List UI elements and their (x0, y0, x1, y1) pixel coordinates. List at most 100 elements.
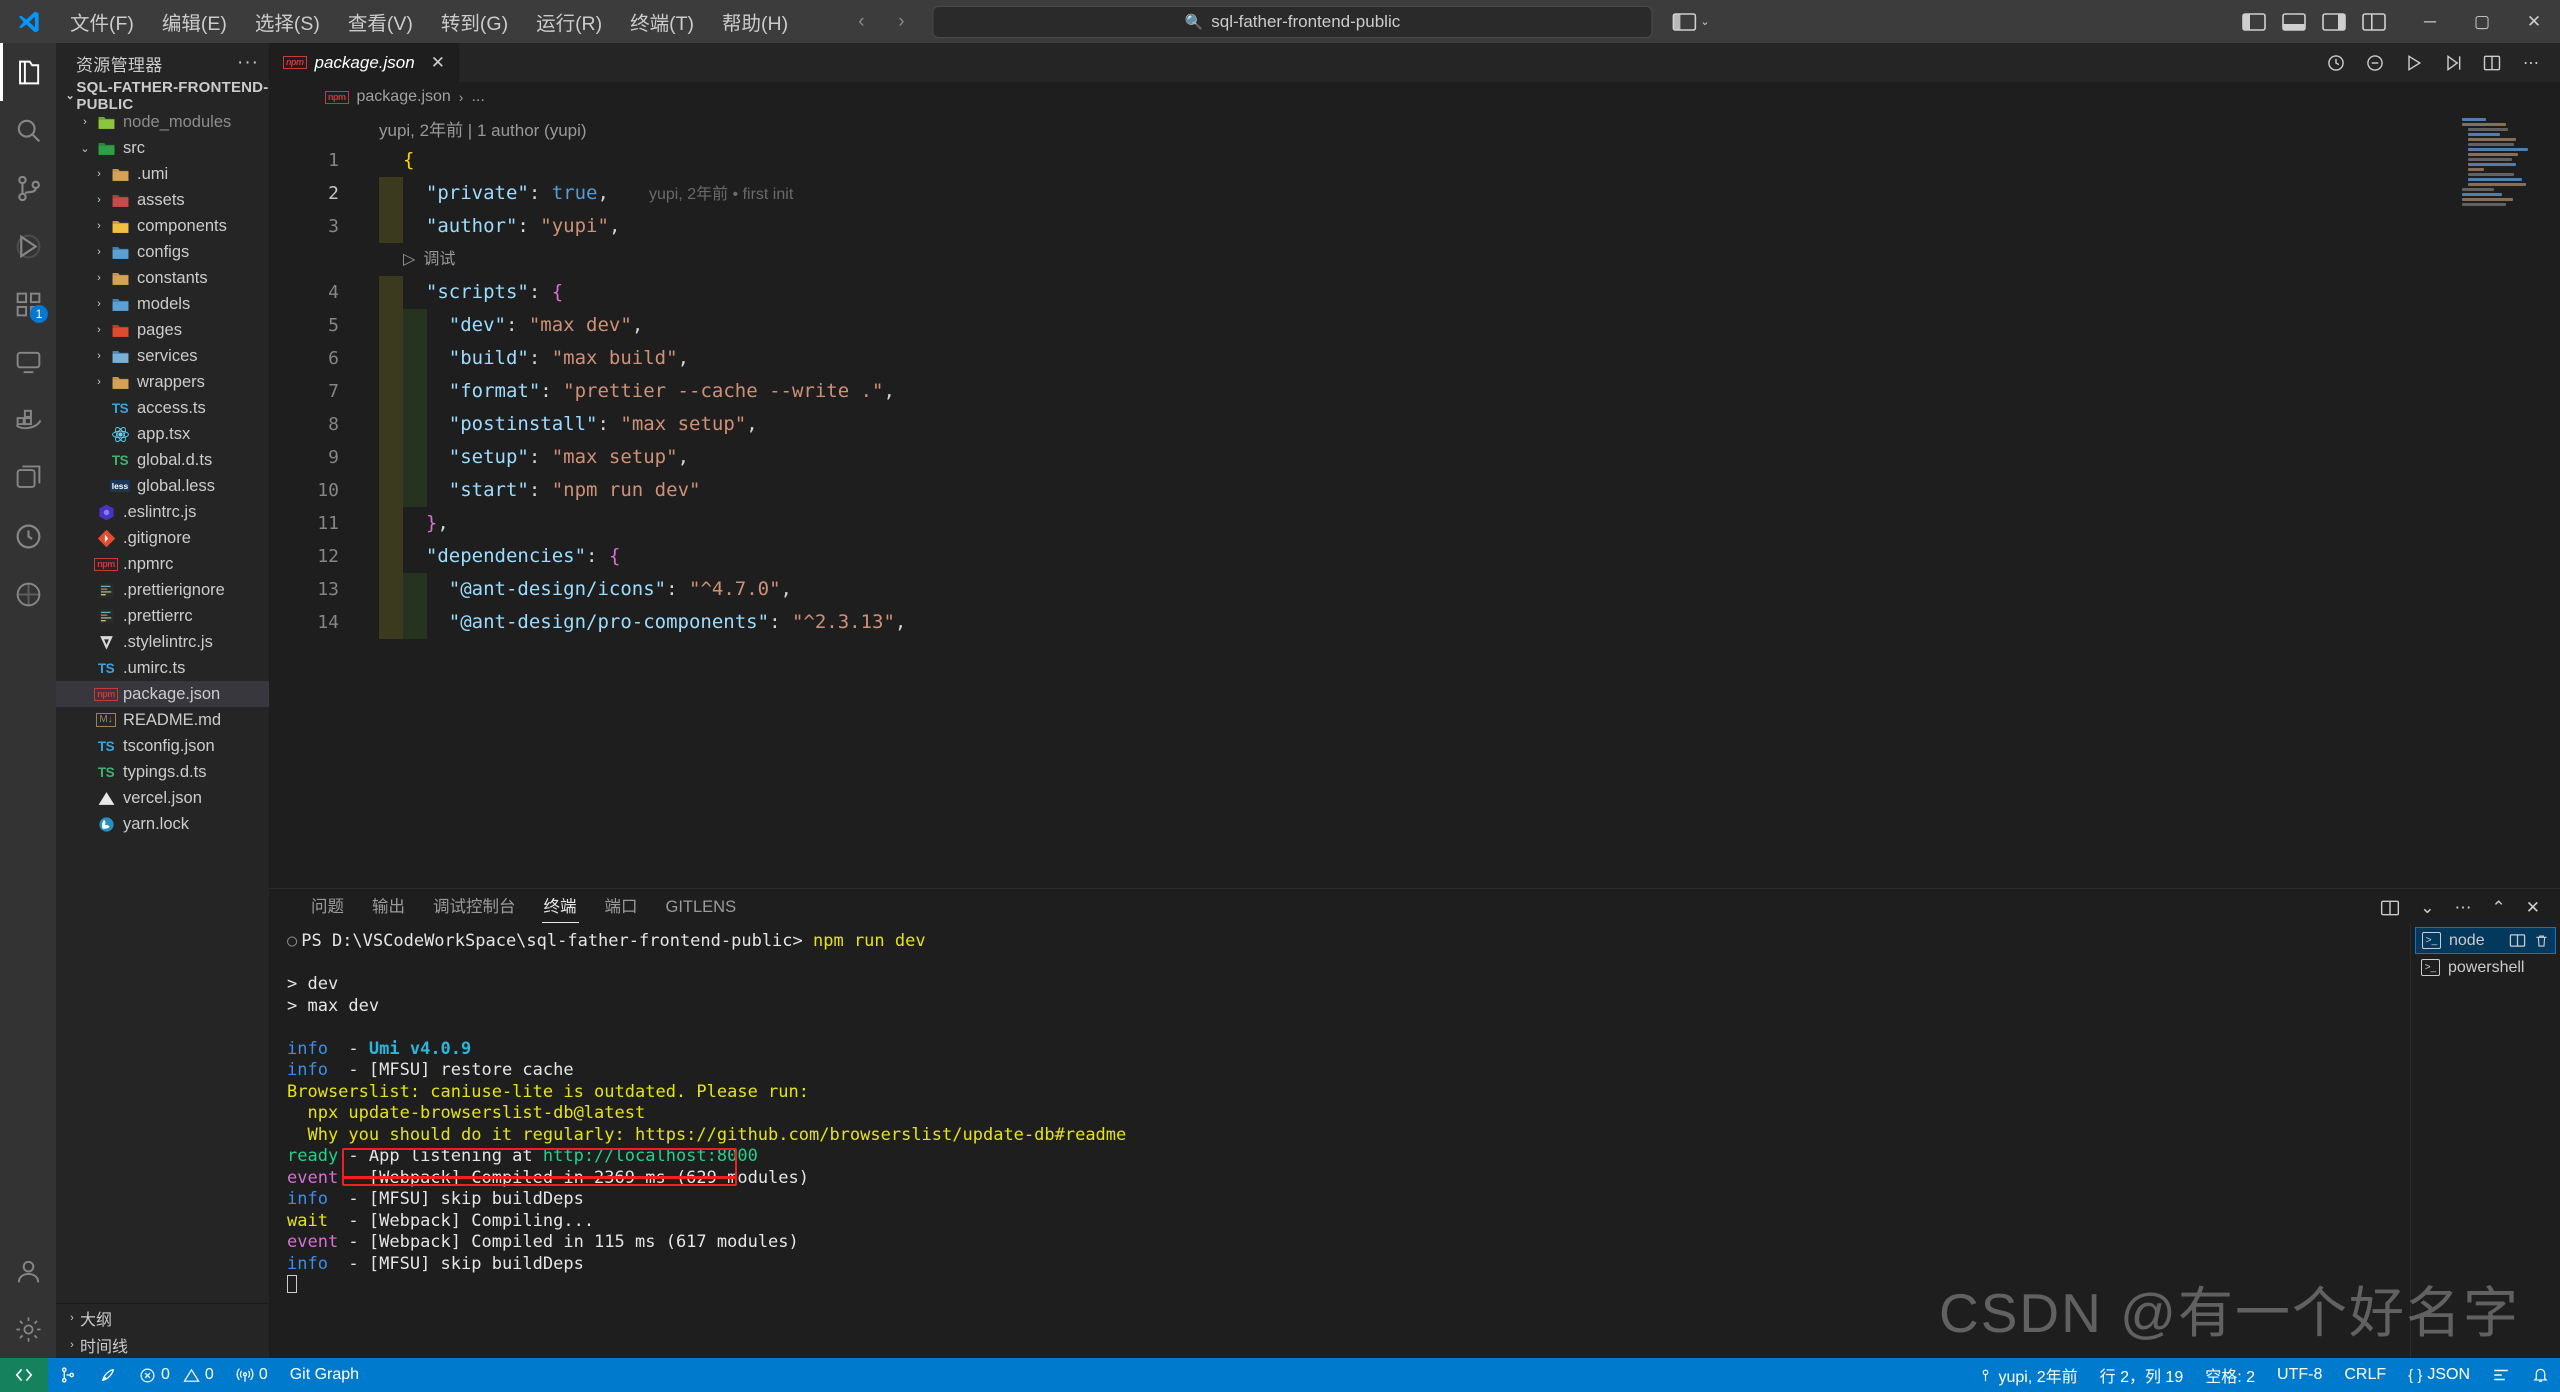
code-line[interactable]: 6 "build": "max build", (269, 342, 2560, 375)
tree-item-assets[interactable]: › assets (56, 187, 269, 213)
tab-gitlens[interactable]: GITLENS (652, 898, 751, 923)
panel-actions[interactable]: ⌄ ⋯ ⌃ ✕ (2380, 898, 2560, 923)
explorer-root-folder[interactable]: ⌄ SQL-FATHER-FRONTEND-PUBLIC (56, 79, 269, 113)
menu-file[interactable]: 文件(F) (56, 3, 148, 40)
tree-item-gitignore[interactable]: .gitignore (56, 525, 269, 551)
tree-item-constants[interactable]: › constants (56, 265, 269, 291)
tree-item-components[interactable]: › components (56, 213, 269, 239)
code-line[interactable]: 8 "postinstall": "max setup", (269, 408, 2560, 441)
tree-item-prettierignore[interactable]: .prettierignore (56, 577, 269, 603)
manage-layout-button[interactable]: ⌄ (1672, 12, 1710, 31)
tree-item-package-json[interactable]: npm package.json (56, 681, 269, 707)
tree-item-models[interactable]: › models (56, 291, 269, 317)
chevron-right-icon[interactable]: › (90, 168, 108, 180)
tree-item-umi[interactable]: › .umi (56, 161, 269, 187)
code-line[interactable]: 2 "private": true, yupi, 2年前 • first init (269, 177, 2560, 210)
terminal-output[interactable]: ○ PS D:\VSCodeWorkSpace\sql-father-fronte… (269, 923, 2410, 1358)
settings-gear-icon[interactable] (0, 1300, 56, 1358)
status-git-blame[interactable]: yupi, 2年前 (1967, 1358, 2088, 1392)
chevron-right-icon[interactable]: › (90, 376, 108, 388)
tree-item-node-modules[interactable]: › node_modules (56, 109, 269, 135)
tree-item-app-tsx[interactable]: app.tsx (56, 421, 269, 447)
close-window-button[interactable]: ✕ (2508, 0, 2560, 43)
chevron-down-icon[interactable]: ⌄ (2420, 898, 2434, 918)
tree-item-services[interactable]: › services (56, 343, 269, 369)
go-forward-icon[interactable]: › (890, 11, 912, 33)
status-editor-position[interactable]: 行 2，列 19 (2089, 1358, 2195, 1392)
tree-item-global-less[interactable]: less global.less (56, 473, 269, 499)
tree-item-pages[interactable]: › pages (56, 317, 269, 343)
sidebar-item-project-manager[interactable] (0, 449, 56, 507)
split-editor-icon[interactable] (2481, 53, 2503, 73)
breadcrumb-file[interactable]: package.json (357, 88, 451, 106)
maximize-panel-icon[interactable]: ⌃ (2492, 898, 2506, 918)
editor-layout-icons[interactable] (2242, 12, 2404, 31)
sidebar-item-gitlens[interactable] (0, 565, 56, 623)
sidebar-item-explorer[interactable] (0, 43, 56, 101)
chevron-down-icon[interactable]: ⌄ (76, 142, 94, 155)
tree-item-readme-md[interactable]: M↓ README.md (56, 707, 269, 733)
editor-tab-actions[interactable]: ⋯ (2307, 43, 2560, 82)
tree-item-global-d-ts[interactable]: TS global.d.ts (56, 447, 269, 473)
sidebar-item-docker[interactable] (0, 391, 56, 449)
toggle-panel-icon[interactable] (2282, 12, 2306, 31)
code-line[interactable]: 7 "format": "prettier --cache --write ."… (269, 375, 2560, 408)
tab-package-json[interactable]: npm package.json ✕ (269, 43, 460, 82)
toggle-secondary-sidebar-icon[interactable] (2322, 12, 2346, 31)
sidebar-section-outline[interactable]: › 大纲 (56, 1304, 269, 1331)
code-line[interactable]: 10 "start": "npm run dev" (269, 474, 2560, 507)
tree-item-wrappers[interactable]: › wrappers (56, 369, 269, 395)
code-line[interactable]: 11 }, (269, 507, 2560, 540)
accounts-button[interactable] (0, 1242, 56, 1300)
tree-item-stylelintrc-js[interactable]: .stylelintrc.js (56, 629, 269, 655)
tree-item-npmrc[interactable]: npm .npmrc (56, 551, 269, 577)
code-line[interactable]: 4 "scripts": { (269, 276, 2560, 309)
menu-run[interactable]: 运行(R) (522, 3, 616, 40)
tree-item-vercel-json[interactable]: vercel.json (56, 785, 269, 811)
code-line[interactable]: 13 "@ant-design/icons": "^4.7.0", (269, 573, 2560, 606)
breadcrumb[interactable]: npm package.json › ... (269, 82, 2560, 112)
chevron-right-icon[interactable]: › (90, 324, 108, 336)
minimap[interactable] (2462, 118, 2542, 208)
tree-item-eslintrc-js[interactable]: .eslintrc.js (56, 499, 269, 525)
remote-window-button[interactable] (0, 1358, 48, 1392)
status-notifications-bell-icon[interactable] (2521, 1358, 2560, 1392)
sidebar-more-actions-icon[interactable]: ··· (237, 52, 259, 74)
navigation-arrows[interactable]: ‹ › (850, 11, 912, 33)
terminal-instance-node[interactable]: >_ node (2415, 927, 2556, 954)
kill-terminal-icon[interactable] (2534, 933, 2549, 949)
sidebar-item-remote-explorer[interactable] (0, 333, 56, 391)
code-line[interactable]: 5 "dev": "max dev", (269, 309, 2560, 342)
status-encoding[interactable]: UTF-8 (2266, 1358, 2333, 1392)
chevron-right-icon[interactable]: › (90, 220, 108, 232)
terminal-instance-powershell[interactable]: >_ powershell (2415, 954, 2556, 981)
go-back-icon[interactable]: ‹ (850, 11, 872, 33)
chevron-right-icon[interactable]: › (90, 246, 108, 258)
chevron-right-icon[interactable]: › (90, 272, 108, 284)
close-panel-icon[interactable]: ✕ (2526, 898, 2540, 918)
code-content[interactable]: 1{2 "private": true, yupi, 2年前 • first in… (269, 144, 2560, 639)
menu-help[interactable]: 帮助(H) (708, 3, 802, 40)
status-eol[interactable]: CRLF (2333, 1358, 2397, 1392)
tree-item-typings-d-ts[interactable]: TS typings.d.ts (56, 759, 269, 785)
tree-item-yarn-lock[interactable]: yarn.lock (56, 811, 269, 837)
split-terminal-icon[interactable] (2380, 899, 2400, 917)
chevron-right-icon[interactable]: › (90, 350, 108, 362)
menu-bar[interactable]: 文件(F) 编辑(E) 选择(S) 查看(V) 转到(G) 运行(R) 终端(T… (56, 3, 802, 40)
customize-layout-icon[interactable] (2362, 12, 2386, 31)
code-line[interactable]: 9 "setup": "max setup", (269, 441, 2560, 474)
menu-edit[interactable]: 编辑(E) (148, 3, 241, 40)
sidebar-item-search[interactable] (0, 101, 56, 159)
git-codelens[interactable]: yupi, 2年前 | 1 author (yupi) (269, 112, 2560, 144)
status-indentation[interactable]: 空格: 2 (2194, 1358, 2266, 1392)
tree-item-prettierrc[interactable]: .prettierrc (56, 603, 269, 629)
status-ports[interactable]: 0 (225, 1358, 279, 1392)
tree-item-umirc-ts[interactable]: TS .umirc.ts (56, 655, 269, 681)
editor-code-area[interactable]: yupi, 2年前 | 1 author (yupi) 1{2 "private… (269, 112, 2560, 888)
status-git-graph[interactable]: Git Graph (279, 1358, 370, 1392)
sidebar-item-source-control[interactable] (0, 159, 56, 217)
maximize-button[interactable]: ▢ (2456, 0, 2508, 43)
tree-item-src[interactable]: ⌄ src (56, 135, 269, 161)
window-controls[interactable]: ─ ▢ ✕ (2404, 0, 2560, 43)
menu-selection[interactable]: 选择(S) (241, 3, 334, 40)
